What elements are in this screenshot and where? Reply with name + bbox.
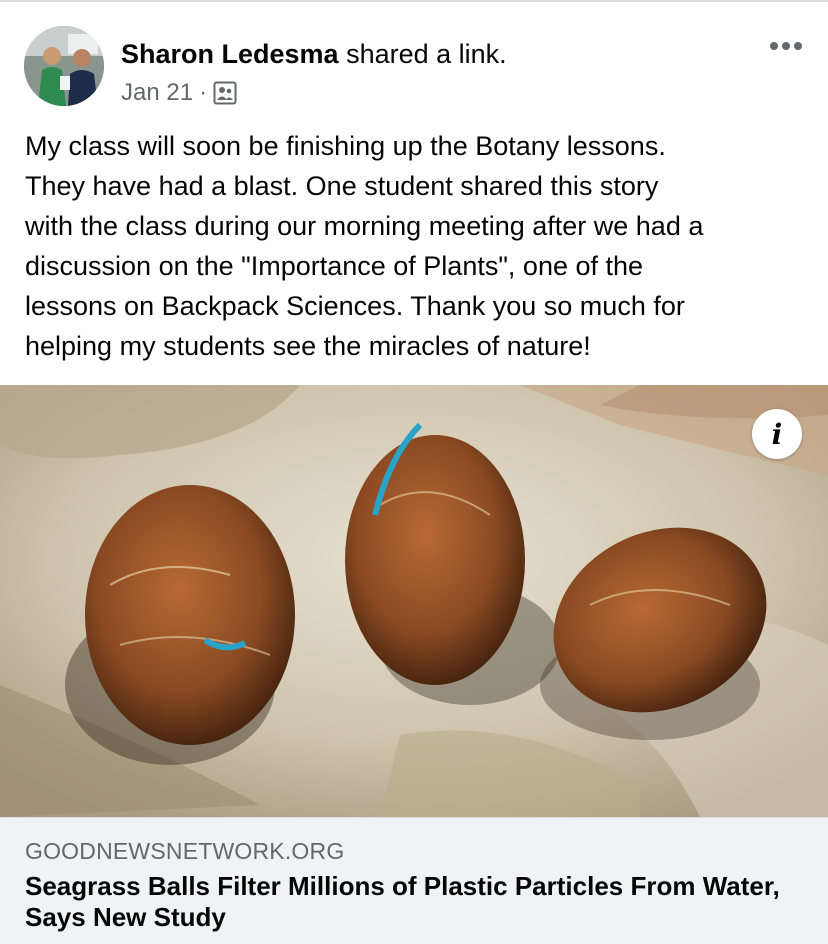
link-preview-image[interactable]: i	[0, 385, 828, 817]
group-audience-icon[interactable]	[213, 81, 237, 105]
post-text-line: helping my students see the miracles of …	[25, 331, 591, 361]
link-title[interactable]: Seagrass Balls Filter Millions of Plasti…	[25, 871, 805, 933]
post-text-line: lessons on Backpack Sciences. Thank you …	[25, 291, 685, 321]
post-text-line: with the class during our morning meetin…	[25, 211, 704, 241]
link-domain: GOODNEWSNETWORK.ORG	[25, 838, 345, 864]
post-text-line: discussion on the "Importance of Plants"…	[25, 251, 644, 281]
more-options-icon[interactable]	[768, 36, 804, 56]
post-header: Sharon Ledesma shared a link. Jan 21 ·	[0, 0, 828, 120]
author-name[interactable]: Sharon Ledesma	[121, 39, 339, 69]
avatar-photo	[24, 26, 104, 106]
author-line: Sharon Ledesma shared a link.	[121, 38, 507, 70]
link-preview-card[interactable]: GOODNEWSNETWORK.ORG Seagrass Balls Filte…	[0, 817, 828, 944]
post-date[interactable]: Jan 21	[121, 79, 193, 107]
author-avatar[interactable]	[24, 26, 104, 106]
post-text-line: My class will soon be finishing up the B…	[25, 131, 666, 161]
post-text: My class will soon be finishing up the B…	[25, 126, 815, 366]
post-text-line: They have had a blast. One student share…	[25, 171, 659, 201]
seagrass-balls-photo	[0, 385, 828, 817]
share-action-text: shared a link.	[338, 39, 507, 69]
post-meta: Jan 21 ·	[121, 78, 237, 108]
info-icon[interactable]: i	[752, 409, 802, 459]
meta-separator: ·	[199, 79, 208, 106]
